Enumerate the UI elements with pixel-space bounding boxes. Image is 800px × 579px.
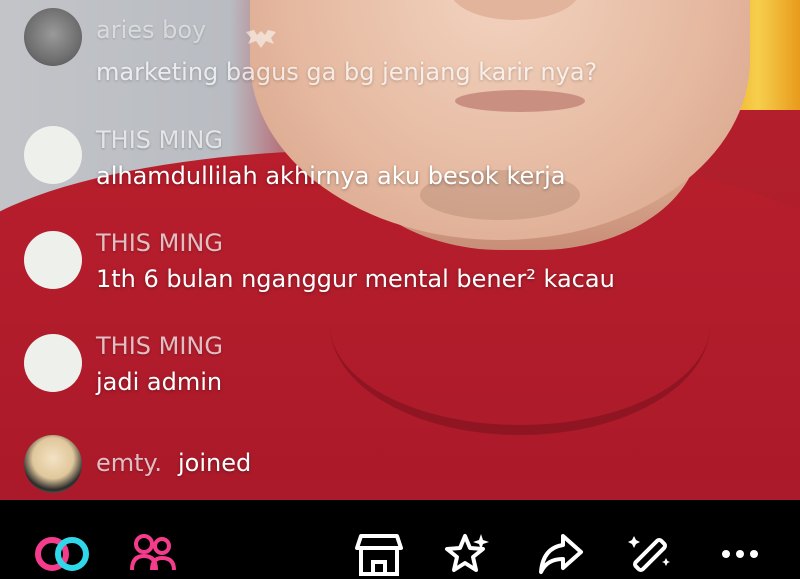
more-icon[interactable]	[718, 532, 766, 572]
join-username[interactable]: emty.	[96, 449, 162, 477]
share-icon[interactable]	[537, 532, 585, 574]
shop-icon[interactable]	[355, 532, 403, 576]
user-avatar[interactable]	[24, 435, 82, 493]
chat-message[interactable]: aries boy marketing bagus ga bg jenjang …	[24, 8, 744, 86]
chat-message[interactable]: THIS MING 1th 6 bulan nganggur mental be…	[24, 229, 744, 299]
chat-message[interactable]: THIS MING alhamdullilah akhirnya aku bes…	[24, 126, 744, 196]
bat-emoji-icon	[246, 30, 276, 48]
chat-username[interactable]: THIS MING	[96, 332, 223, 360]
magic-wand-icon[interactable]	[626, 532, 674, 573]
chat-username[interactable]: THIS MING	[96, 229, 223, 257]
chat-username[interactable]: aries boy	[96, 16, 206, 44]
chat-username[interactable]: THIS MING	[96, 126, 223, 154]
chat-text: alhamdullilah akhirnya aku besok kerja	[96, 162, 566, 190]
user-avatar[interactable]	[24, 231, 82, 289]
user-avatar[interactable]	[24, 126, 82, 184]
link-loop-icon[interactable]	[30, 532, 94, 572]
user-avatar[interactable]	[24, 8, 82, 66]
user-avatar[interactable]	[24, 334, 82, 392]
chat-text: 1th 6 bulan nganggur mental bener² kacau	[96, 265, 615, 293]
people-icon[interactable]	[130, 532, 178, 572]
sparkle-star-icon[interactable]	[443, 532, 491, 572]
join-action: joined	[178, 449, 252, 477]
chat-message[interactable]: THIS MING jadi admin	[24, 332, 744, 402]
join-notification: emty. joined	[24, 435, 744, 495]
chat-text: marketing bagus ga bg jenjang karir nya?	[96, 58, 598, 86]
live-chat-feed: aries boy marketing bagus ga bg jenjang …	[0, 0, 800, 500]
chat-text: jadi admin	[96, 368, 223, 396]
